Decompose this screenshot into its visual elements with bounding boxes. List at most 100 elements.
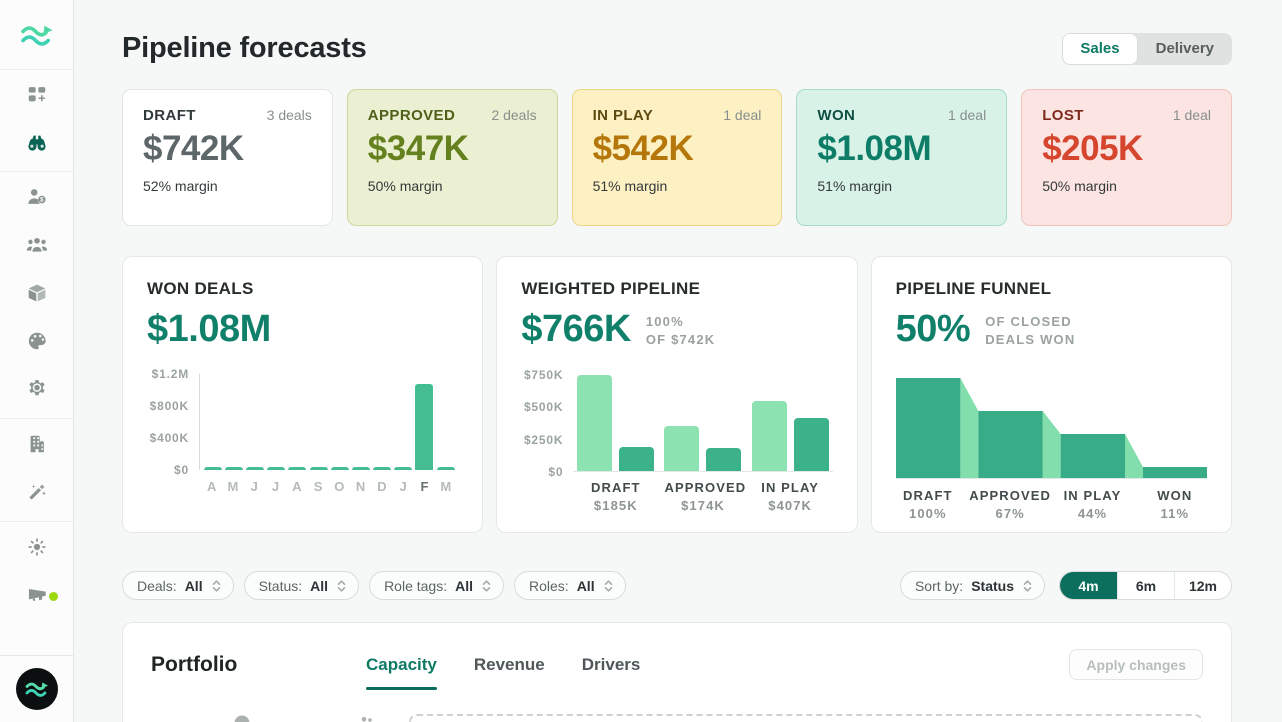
bar-slot xyxy=(435,374,456,470)
stage-name: DRAFT xyxy=(903,488,953,503)
stat-deal-count: 3 deals xyxy=(267,107,312,123)
tab-capacity[interactable]: Capacity xyxy=(366,655,437,675)
chevron-updown-icon xyxy=(603,579,614,593)
user-avatar-cell xyxy=(0,655,73,722)
bar-slot xyxy=(287,374,308,470)
bar[interactable] xyxy=(225,467,243,470)
bar-group-approved xyxy=(664,426,741,471)
funnel-labels: DRAFT100%APPROVED67%IN PLAY44%WON11% xyxy=(896,488,1207,528)
range-option-6m[interactable]: 6m xyxy=(1117,572,1174,599)
stage-name: APPROVED xyxy=(969,488,1051,503)
stat-status-label: LOST xyxy=(1042,107,1084,124)
gear-icon xyxy=(26,378,48,405)
total-bar[interactable] xyxy=(664,426,699,471)
filter-roles-select[interactable]: Roles:All xyxy=(514,571,626,600)
bar[interactable] xyxy=(394,467,412,470)
weighted-bar[interactable] xyxy=(619,447,654,471)
funnel-plot xyxy=(896,378,1207,479)
y-axis-tick: $1.2M xyxy=(152,367,189,381)
funnel-stage-label: WON11% xyxy=(1157,488,1192,521)
stage-pct: 44% xyxy=(1064,506,1122,521)
bar[interactable] xyxy=(437,467,455,470)
cube-icon xyxy=(26,282,48,309)
avatar[interactable] xyxy=(16,668,58,710)
group-label: APPROVED$174K xyxy=(664,480,741,513)
app-logo[interactable] xyxy=(0,0,73,70)
sort-by-select[interactable]: Sort by: Status xyxy=(900,571,1045,600)
y-axis-tick: $0 xyxy=(174,463,189,477)
weighted-pipeline-value: $766K xyxy=(521,310,630,348)
chevron-updown-icon xyxy=(481,579,492,593)
total-bar[interactable] xyxy=(577,375,612,471)
view-toggle-delivery[interactable]: Delivery xyxy=(1138,33,1232,65)
filter-role-tags-select[interactable]: Role tags:All xyxy=(369,571,504,600)
portfolio-dropzone[interactable] xyxy=(409,714,1203,722)
group-label: DRAFT$185K xyxy=(577,480,654,513)
bar-group-in-play xyxy=(752,401,829,471)
bar[interactable] xyxy=(288,467,306,470)
stat-card-header: LOST1 deal xyxy=(1042,107,1211,124)
bar[interactable] xyxy=(352,467,370,470)
weighted-bar[interactable] xyxy=(706,448,741,471)
weighted-chart-plot xyxy=(573,368,832,472)
people-icon xyxy=(357,714,377,722)
stat-card-draft[interactable]: DRAFT3 deals$742K52% margin xyxy=(122,89,333,226)
stat-card-in-play[interactable]: IN PLAY1 deal$542K51% margin xyxy=(572,89,783,226)
won-chart-plot xyxy=(199,374,458,470)
group-name: IN PLAY xyxy=(752,480,829,495)
megaphone-icon xyxy=(26,584,48,611)
sidebar-item-company[interactable] xyxy=(0,422,73,470)
palette-icon xyxy=(26,330,48,357)
pipeline-funnel-chart: DRAFT100%APPROVED67%IN PLAY44%WON11% xyxy=(896,378,1207,528)
apply-changes-button[interactable]: Apply changes xyxy=(1069,649,1203,680)
filter-label: Roles: xyxy=(529,578,569,594)
stat-card-won[interactable]: WON1 deal$1.08M51% margin xyxy=(796,89,1007,226)
bar[interactable] xyxy=(415,384,433,470)
range-option-4m[interactable]: 4m xyxy=(1060,572,1117,599)
y-axis-tick: $500K xyxy=(524,400,563,414)
building-icon xyxy=(26,433,48,460)
view-toggle-sales[interactable]: Sales xyxy=(1062,33,1137,65)
y-axis-tick: $400K xyxy=(150,431,189,445)
bar[interactable] xyxy=(373,467,391,470)
funnel-stage-label: DRAFT100% xyxy=(903,488,953,521)
stat-card-approved[interactable]: APPROVED2 deals$347K50% margin xyxy=(347,89,558,226)
stat-card-lost[interactable]: LOST1 deal$205K50% margin xyxy=(1021,89,1232,226)
filter-status-select[interactable]: Status:All xyxy=(244,571,359,600)
sidebar-item-settings[interactable] xyxy=(0,367,73,415)
bar[interactable] xyxy=(310,467,328,470)
sidebar-item-products[interactable] xyxy=(0,271,73,319)
weighted-bar[interactable] xyxy=(794,418,829,471)
tab-drivers[interactable]: Drivers xyxy=(582,655,641,675)
bar[interactable] xyxy=(267,467,285,470)
weighted-pipeline-bar-chart: $750K$500K$250K$0DRAFT$185K APPROVED$174K… xyxy=(521,368,832,513)
sidebar-item-forecasts[interactable] xyxy=(0,120,73,168)
bar-slot xyxy=(393,374,414,470)
filter-value: All xyxy=(185,578,203,594)
bar[interactable] xyxy=(246,467,264,470)
chevron-updown-icon xyxy=(211,579,222,593)
sidebar-item-appearance[interactable] xyxy=(0,525,73,573)
x-axis-label: M xyxy=(435,479,456,494)
tab-revenue[interactable]: Revenue xyxy=(474,655,545,675)
filter-right-group: Sort by: Status 4m6m12m xyxy=(900,571,1232,600)
bar[interactable] xyxy=(204,467,222,470)
stat-margin: 51% margin xyxy=(593,178,762,194)
sidebar-item-design[interactable] xyxy=(0,319,73,367)
filter-label: Role tags: xyxy=(384,578,447,594)
sidebar-item-dashboard[interactable] xyxy=(0,72,73,120)
bar-slot xyxy=(223,374,244,470)
subtext-line: OF CLOSED xyxy=(985,313,1075,331)
chart-y-axis: $750K$500K$250K$0 xyxy=(521,368,573,472)
bar[interactable] xyxy=(331,467,349,470)
sidebar-item-announcements[interactable] xyxy=(0,573,73,621)
range-option-12m[interactable]: 12m xyxy=(1174,572,1231,599)
total-bar[interactable] xyxy=(752,401,787,471)
sidebar-item-team[interactable] xyxy=(0,223,73,271)
app-window: $ Pipeline forecasts SalesDelivery DRAFT… xyxy=(0,0,1282,722)
pipeline-funnel-subtext: OF CLOSED DEALS WON xyxy=(985,313,1075,348)
sidebar-item-automations[interactable] xyxy=(0,470,73,518)
filter-deals-select[interactable]: Deals:All xyxy=(122,571,234,600)
sidebar-item-clients[interactable]: $ xyxy=(0,175,73,223)
sales-delivery-toggle: SalesDelivery xyxy=(1062,33,1232,65)
